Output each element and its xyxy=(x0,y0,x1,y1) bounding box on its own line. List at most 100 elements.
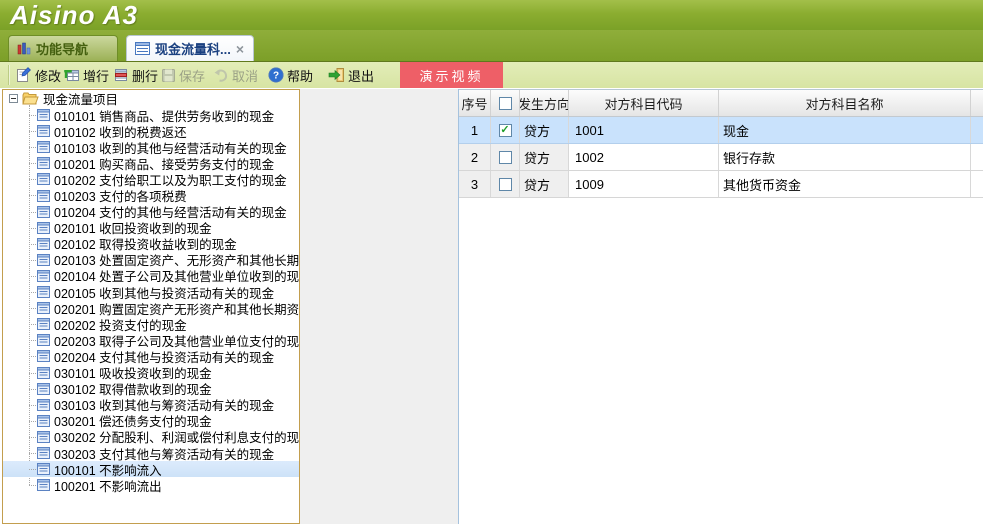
tree-item[interactable]: 020102 取得投资收益收到的现金 xyxy=(3,236,299,252)
exit-button[interactable]: 退出 xyxy=(328,62,374,88)
document-icon xyxy=(37,141,50,154)
delete-row-icon xyxy=(115,69,127,81)
header-name[interactable]: 对方科目名称 xyxy=(719,90,971,116)
header-direction[interactable]: 发生方向 xyxy=(520,90,569,116)
content-area: 现金流量项目 010101 销售商品、提供劳务收到的现金 010102 收到的税… xyxy=(0,88,983,524)
row-checkbox[interactable]: ✓ xyxy=(498,123,512,137)
tree-item-label: 010103 收到的其他与经营活动有关的现金 xyxy=(54,141,287,156)
tree-items: 010101 销售商品、提供劳务收到的现金 010102 收到的税费返还 010… xyxy=(3,105,299,493)
row-checkbox-cell[interactable]: ✓ xyxy=(491,117,520,143)
tree-item[interactable]: 030102 取得借款收到的现金 xyxy=(3,381,299,397)
middle-panel xyxy=(300,89,458,524)
button-label: 增行 xyxy=(83,68,110,84)
tree-item[interactable]: 100201 不影响流出 xyxy=(3,477,299,493)
tree-item-label: 030101 吸收投资收到的现金 xyxy=(54,367,212,381)
document-icon xyxy=(37,479,50,492)
row-filler xyxy=(971,171,983,197)
row-filler xyxy=(971,117,983,143)
tree-item[interactable]: 030201 偿还债务支付的现金 xyxy=(3,413,299,429)
tree-item[interactable]: 020201 购置固定资产无形资产和其他长期资产 xyxy=(3,300,299,316)
tree-item[interactable]: 010102 收到的税费返还 xyxy=(3,123,299,139)
top-banner: Aisino A3 xyxy=(0,0,983,30)
tree-root-label: 现金流量项目 xyxy=(43,93,119,107)
document-icon xyxy=(37,109,50,122)
collapse-minus-icon[interactable] xyxy=(9,94,18,103)
tree-item[interactable]: 030103 收到其他与筹资活动有关的现金 xyxy=(3,397,299,413)
tree-item[interactable]: 020101 收回投资收到的现金 xyxy=(3,220,299,236)
tree-item-label: 020101 收回投资收到的现金 xyxy=(54,222,212,236)
tree-item[interactable]: 020204 支付其他与投资活动有关的现金 xyxy=(3,348,299,365)
button-label: 帮助 xyxy=(287,68,314,84)
table-row[interactable]: 1 ✓ 贷方 1001 现金 xyxy=(459,117,983,144)
header-code[interactable]: 对方科目代码 xyxy=(569,90,719,116)
tree-item-label: 020105 收到其他与投资活动有关的现金 xyxy=(54,286,275,301)
grid-body: 1 ✓ 贷方 1001 现金 2 贷方 1002 银行存款 3 贷方 1009 … xyxy=(459,117,983,198)
tree-item-label: 030203 支付其他与筹资活动有关的现金 xyxy=(54,447,275,462)
document-icon xyxy=(37,302,50,315)
counterpart-subjects-grid: 序号 发生方向 对方科目代码 对方科目名称 1 ✓ 贷方 1001 现金 2 贷… xyxy=(459,89,983,198)
row-code: 1001 xyxy=(569,117,719,143)
tree-item[interactable]: 100101 不影响流入 xyxy=(3,461,299,478)
header-checkbox[interactable] xyxy=(498,96,512,110)
header-filler xyxy=(971,90,983,116)
header-checkbox-cell[interactable] xyxy=(491,90,520,116)
tree-item-label: 020202 投资支付的现金 xyxy=(54,318,187,333)
table-row[interactable]: 3 ✓ 贷方 1009 其他货币资金 xyxy=(459,171,983,198)
row-filler xyxy=(971,144,983,170)
tree-item[interactable]: 020104 处置子公司及其他营业单位收到的现金 xyxy=(3,268,299,284)
tree-item[interactable]: 010103 收到的其他与经营活动有关的现金 xyxy=(3,139,299,155)
row-seq: 1 xyxy=(459,117,491,143)
row-checkbox[interactable]: ✓ xyxy=(498,150,512,164)
tree-item-label: 020103 处置固定资产、无形资产和其他长期资 xyxy=(54,254,299,268)
delete-row-button[interactable]: 删行 xyxy=(113,62,158,88)
row-checkbox-cell[interactable]: ✓ xyxy=(491,171,520,197)
help-button[interactable]: ? 帮助 xyxy=(268,62,313,88)
folder-icon xyxy=(22,92,39,105)
tree-item[interactable]: 030202 分配股利、利润或偿付利息支付的现金 xyxy=(3,429,299,445)
tab-function-navigation[interactable]: 功能导航 xyxy=(8,35,118,61)
row-name: 银行存款 xyxy=(719,144,971,170)
tree-item[interactable]: 020203 取得子公司及其他营业单位支付的现金 xyxy=(3,332,299,348)
tree-item-label: 010204 支付的其他与经营活动有关的现金 xyxy=(54,206,287,220)
save-button[interactable]: 保存 xyxy=(161,62,205,88)
row-direction: 贷方 xyxy=(520,144,569,170)
row-checkbox-cell[interactable]: ✓ xyxy=(491,144,520,170)
tree-item[interactable]: 020103 处置固定资产、无形资产和其他长期资 xyxy=(3,252,299,268)
document-icon xyxy=(37,334,50,347)
document-icon xyxy=(37,382,50,395)
row-direction: 贷方 xyxy=(520,117,569,143)
row-name: 其他货币资金 xyxy=(719,171,971,197)
tree-item[interactable]: 030203 支付其他与筹资活动有关的现金 xyxy=(3,445,299,461)
close-icon[interactable]: × xyxy=(235,42,245,56)
cancel-button[interactable]: 取消 xyxy=(213,62,258,88)
modify-button[interactable]: 修改 xyxy=(16,62,61,88)
svg-text:?: ? xyxy=(273,71,279,82)
document-icon xyxy=(37,125,50,138)
tree-item[interactable]: 020105 收到其他与投资活动有关的现金 xyxy=(3,284,299,300)
row-code: 1002 xyxy=(569,144,719,170)
document-icon xyxy=(37,350,50,363)
tree-item-label: 020102 取得投资收益收到的现金 xyxy=(54,238,237,252)
tree-item[interactable]: 010101 销售商品、提供劳务收到的现金 xyxy=(3,107,299,123)
tree-item[interactable]: 010204 支付的其他与经营活动有关的现金 xyxy=(3,204,299,220)
header-seq[interactable]: 序号 xyxy=(459,90,491,116)
document-icon xyxy=(37,173,50,186)
demo-video-button[interactable]: 演示视频 xyxy=(400,62,503,88)
row-checkbox[interactable]: ✓ xyxy=(498,177,512,191)
toolbar-separator xyxy=(8,65,10,85)
tree-item-label: 010202 支付给职工以及为职工支付的现金 xyxy=(54,173,287,188)
tab-cash-flow-subjects[interactable]: 现金流量科... × xyxy=(126,35,254,61)
tree-item[interactable]: 020202 投资支付的现金 xyxy=(3,316,299,332)
add-row-button[interactable]: 增行 xyxy=(64,62,109,88)
tree-item[interactable]: 010201 购买商品、接受劳务支付的现金 xyxy=(3,155,299,171)
tree-item[interactable]: 010203 支付的各项税费 xyxy=(3,187,299,204)
tree-root[interactable]: 现金流量项目 xyxy=(3,90,299,107)
counterpart-subjects-panel: 序号 发生方向 对方科目代码 对方科目名称 1 ✓ 贷方 1001 现金 2 贷… xyxy=(458,89,983,524)
document-icon xyxy=(37,237,50,250)
button-label: 保存 xyxy=(179,68,206,84)
tree-item[interactable]: 010202 支付给职工以及为职工支付的现金 xyxy=(3,171,299,187)
document-icon xyxy=(37,447,50,460)
tab-label: 功能导航 xyxy=(36,42,89,57)
table-row[interactable]: 2 ✓ 贷方 1002 银行存款 xyxy=(459,144,983,171)
tree-item[interactable]: 030101 吸收投资收到的现金 xyxy=(3,365,299,381)
